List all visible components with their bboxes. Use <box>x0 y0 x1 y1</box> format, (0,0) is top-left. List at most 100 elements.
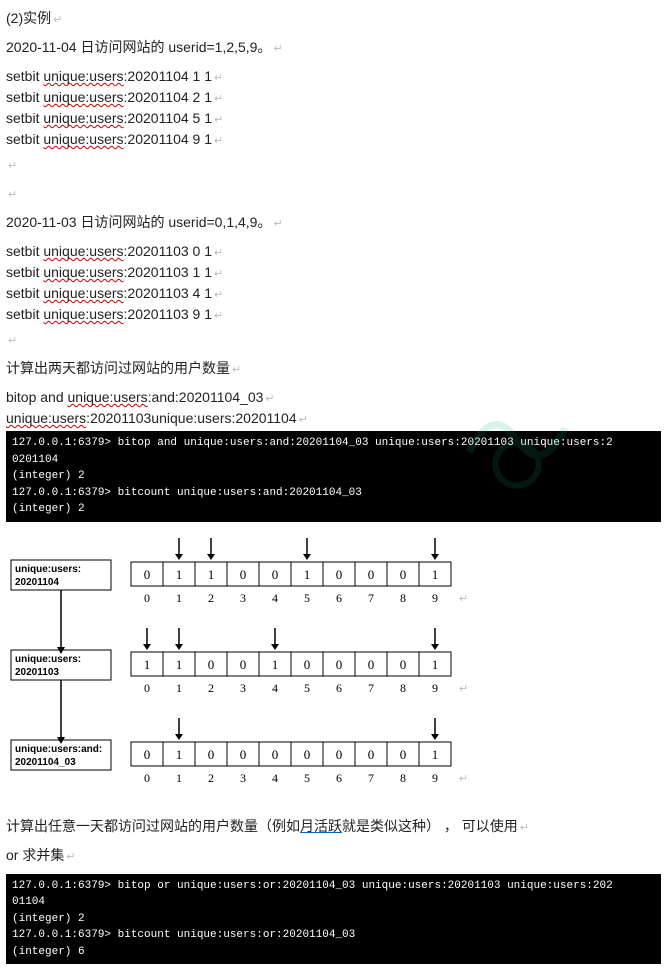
svg-text:1: 1 <box>176 771 182 785</box>
terminal-line: 0201104 <box>12 452 655 469</box>
setbit-line: setbit unique:users:20201103 1 1 <box>6 262 661 283</box>
setbit-line: setbit unique:users:20201104 9 1 <box>6 129 661 150</box>
svg-text:6: 6 <box>336 591 342 605</box>
svg-text:9: 9 <box>432 771 438 785</box>
svg-text:9: 9 <box>432 591 438 605</box>
p-userids-1103: 2020-11-03 日访问网站的 userid=0,1,4,9。 <box>6 212 661 233</box>
svg-text:↵: ↵ <box>459 683 468 695</box>
setbit-line: setbit unique:users:20201103 0 1 <box>6 241 661 262</box>
setbit-line: setbit unique:users:20201104 1 1 <box>6 66 661 87</box>
svg-text:1: 1 <box>208 567 215 582</box>
bitmap-diagram: unique:users:202011040011120304150607081… <box>6 532 661 812</box>
svg-text:1: 1 <box>176 657 183 672</box>
svg-text:unique:users:: unique:users: <box>15 654 81 665</box>
svg-text:0: 0 <box>144 681 150 695</box>
svg-text:0: 0 <box>208 747 215 762</box>
svg-text:1: 1 <box>432 657 439 672</box>
svg-text:3: 3 <box>240 591 246 605</box>
p-userids-1104: 2020-11-04 日访问网站的 userid=1,2,5,9。 <box>6 37 661 58</box>
setbit-line: setbit unique:users:20201104 5 1 <box>6 108 661 129</box>
svg-text:0: 0 <box>400 657 407 672</box>
setbit-line: setbit unique:users:20201103 9 1 <box>6 304 661 325</box>
terminal-line: 127.0.0.1:6379> bitcount unique:users:or… <box>12 927 655 944</box>
svg-text:20201103: 20201103 <box>15 667 59 678</box>
svg-text:7: 7 <box>368 681 374 695</box>
p-or-union: or 求并集 <box>6 845 661 866</box>
svg-text:0: 0 <box>336 657 343 672</box>
svg-text:0: 0 <box>304 657 311 672</box>
terminal-line: 127.0.0.1:6379> bitcount unique:users:an… <box>12 485 655 502</box>
blank-line-1 <box>6 154 661 175</box>
svg-text:20201104: 20201104 <box>15 577 59 588</box>
svg-text:1: 1 <box>432 567 439 582</box>
svg-text:7: 7 <box>368 591 374 605</box>
p-both-days: 计算出两天都访问过网站的用户数量 <box>6 358 661 379</box>
svg-text:2: 2 <box>208 591 214 605</box>
svg-text:0: 0 <box>240 657 247 672</box>
svg-text:0: 0 <box>368 657 375 672</box>
svg-text:8: 8 <box>400 771 406 785</box>
bitop-and-cmd: bitop and unique:users:and:20201104_03 u… <box>6 387 661 429</box>
svg-text:1: 1 <box>176 681 182 695</box>
svg-text:unique:users:and:: unique:users:and: <box>15 744 102 755</box>
terminal-line: 127.0.0.1:6379> bitop and unique:users:a… <box>12 435 655 452</box>
commands-1103: setbit unique:users:20201103 0 1setbit u… <box>6 241 661 325</box>
svg-text:0: 0 <box>400 567 407 582</box>
svg-text:3: 3 <box>240 771 246 785</box>
svg-text:6: 6 <box>336 771 342 785</box>
svg-text:8: 8 <box>400 591 406 605</box>
terminal-line: 127.0.0.1:6379> bitop or unique:users:or… <box>12 878 655 895</box>
commands-1104: setbit unique:users:20201104 1 1setbit u… <box>6 66 661 150</box>
terminal-output-or: 127.0.0.1:6379> bitop or unique:users:or… <box>6 874 661 965</box>
svg-text:4: 4 <box>272 591 278 605</box>
svg-text:↵: ↵ <box>459 593 468 605</box>
terminal-line: (integer) 2 <box>12 468 655 485</box>
svg-text:0: 0 <box>208 657 215 672</box>
svg-text:1: 1 <box>272 657 279 672</box>
svg-text:3: 3 <box>240 681 246 695</box>
svg-text:5: 5 <box>304 771 310 785</box>
svg-text:5: 5 <box>304 591 310 605</box>
svg-text:0: 0 <box>400 747 407 762</box>
terminal-line: (integer) 2 <box>12 911 655 928</box>
svg-text:0: 0 <box>144 747 151 762</box>
setbit-line: setbit unique:users:20201104 2 1 <box>6 87 661 108</box>
svg-text:2: 2 <box>208 681 214 695</box>
svg-text:0: 0 <box>368 747 375 762</box>
svg-text:unique:users:: unique:users: <box>15 564 81 575</box>
svg-text:1: 1 <box>144 657 151 672</box>
svg-text:6: 6 <box>336 681 342 695</box>
svg-text:↵: ↵ <box>459 773 468 785</box>
svg-text:9: 9 <box>432 681 438 695</box>
svg-text:0: 0 <box>240 567 247 582</box>
svg-text:0: 0 <box>304 747 311 762</box>
setbit-line: setbit unique:users:20201103 4 1 <box>6 283 661 304</box>
section-heading: (2)实例 <box>6 8 661 29</box>
terminal-line: (integer) 2 <box>12 501 655 518</box>
svg-text:0: 0 <box>240 747 247 762</box>
svg-text:0: 0 <box>368 567 375 582</box>
svg-text:2: 2 <box>208 771 214 785</box>
blank-line-3 <box>6 329 661 350</box>
svg-text:0: 0 <box>272 567 279 582</box>
svg-text:8: 8 <box>400 681 406 695</box>
svg-text:1: 1 <box>176 591 182 605</box>
terminal-line: (integer) 6 <box>12 944 655 961</box>
svg-text:0: 0 <box>336 747 343 762</box>
blank-line-2 <box>6 183 661 204</box>
svg-text:0: 0 <box>144 567 151 582</box>
svg-text:0: 0 <box>272 747 279 762</box>
svg-text:7: 7 <box>368 771 374 785</box>
p-any-day: 计算出任意一天都访问过网站的用户数量（例如月活跃就是类似这种） ， 可以使用 <box>6 816 661 837</box>
svg-text:5: 5 <box>304 681 310 695</box>
svg-text:0: 0 <box>144 771 150 785</box>
terminal-output-and: 127.0.0.1:6379> bitop and unique:users:a… <box>6 431 661 522</box>
svg-text:4: 4 <box>272 681 278 695</box>
svg-text:1: 1 <box>176 567 183 582</box>
svg-text:0: 0 <box>144 591 150 605</box>
svg-text:20201104_03: 20201104_03 <box>15 757 76 768</box>
svg-text:0: 0 <box>336 567 343 582</box>
svg-text:1: 1 <box>432 747 439 762</box>
svg-text:1: 1 <box>304 567 311 582</box>
svg-text:4: 4 <box>272 771 278 785</box>
